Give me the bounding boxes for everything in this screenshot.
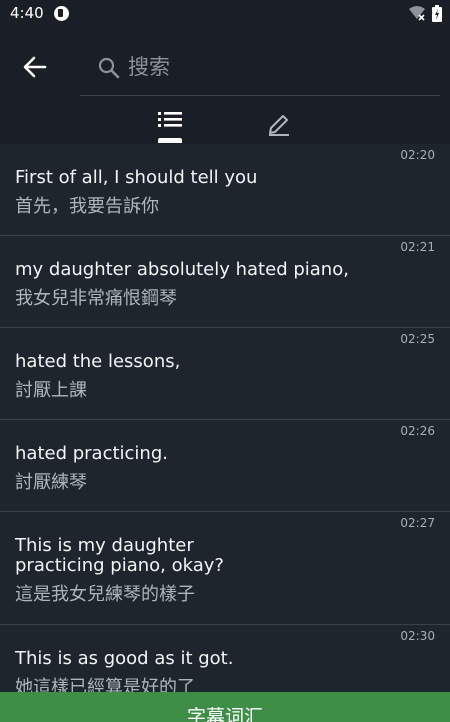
- item-chinese-text: 我女兒非常痛恨鋼琴: [15, 288, 177, 309]
- item-chinese-text: 討厭上課: [15, 380, 87, 401]
- item-chinese-text: 這是我女兒練琴的樣子: [15, 584, 195, 605]
- list-item[interactable]: 02:20 First of all, I should tell you 首先…: [0, 144, 450, 236]
- search-icon: [98, 57, 120, 79]
- list-item[interactable]: 02:25 hated the lessons, 討厭上課: [0, 328, 450, 420]
- item-english-text: hated practicing.: [15, 443, 168, 464]
- arrow-left-icon: [23, 56, 47, 78]
- subtitle-vocabulary-button[interactable]: 字幕词汇: [0, 692, 450, 722]
- back-button[interactable]: [18, 50, 52, 84]
- search-bar: [80, 42, 440, 96]
- item-english-text-line1: This is my daughter: [15, 535, 194, 556]
- item-timestamp: 02:25: [400, 332, 435, 346]
- tab-indicator: [158, 138, 182, 143]
- search-input[interactable]: [128, 51, 428, 83]
- item-timestamp: 02:20: [400, 148, 435, 162]
- item-timestamp: 02:21: [400, 240, 435, 254]
- list-item[interactable]: 02:30 This is as good as it got. 她這樣已經算是…: [0, 625, 450, 692]
- list-item[interactable]: 02:27 This is my daughter practicing pia…: [0, 512, 450, 625]
- list-item[interactable]: 02:21 my daughter absolutely hated piano…: [0, 236, 450, 328]
- app-bar: [0, 28, 450, 144]
- list-item[interactable]: 02:26 hated practicing. 討厭練琴: [0, 420, 450, 512]
- item-chinese-text: 她這樣已經算是好的了: [15, 677, 195, 692]
- item-english-text: my daughter absolutely hated piano,: [15, 259, 349, 280]
- wifi-off-icon: [409, 6, 425, 21]
- item-english-text-line2: practicing piano, okay?: [15, 555, 224, 576]
- item-timestamp: 02:27: [400, 516, 435, 530]
- item-chinese-text: 首先，我要告訴你: [15, 196, 159, 217]
- item-english-text: First of all, I should tell you: [15, 167, 258, 188]
- pencil-icon: [269, 115, 289, 136]
- tab-edit[interactable]: [251, 110, 307, 144]
- subtitle-list: 02:20 First of all, I should tell you 首先…: [0, 144, 450, 692]
- status-bar: 4:40: [0, 0, 450, 28]
- item-english-text: This is as good as it got.: [15, 648, 234, 669]
- item-chinese-text: 討厭練琴: [15, 472, 87, 493]
- item-timestamp: 02:30: [400, 629, 435, 643]
- item-english-text: hated the lessons,: [15, 351, 181, 372]
- app-notification-icon: [54, 6, 69, 21]
- item-timestamp: 02:26: [400, 424, 435, 438]
- status-time: 4:40: [10, 4, 44, 22]
- battery-icon: [432, 5, 442, 22]
- list-icon: [158, 112, 182, 127]
